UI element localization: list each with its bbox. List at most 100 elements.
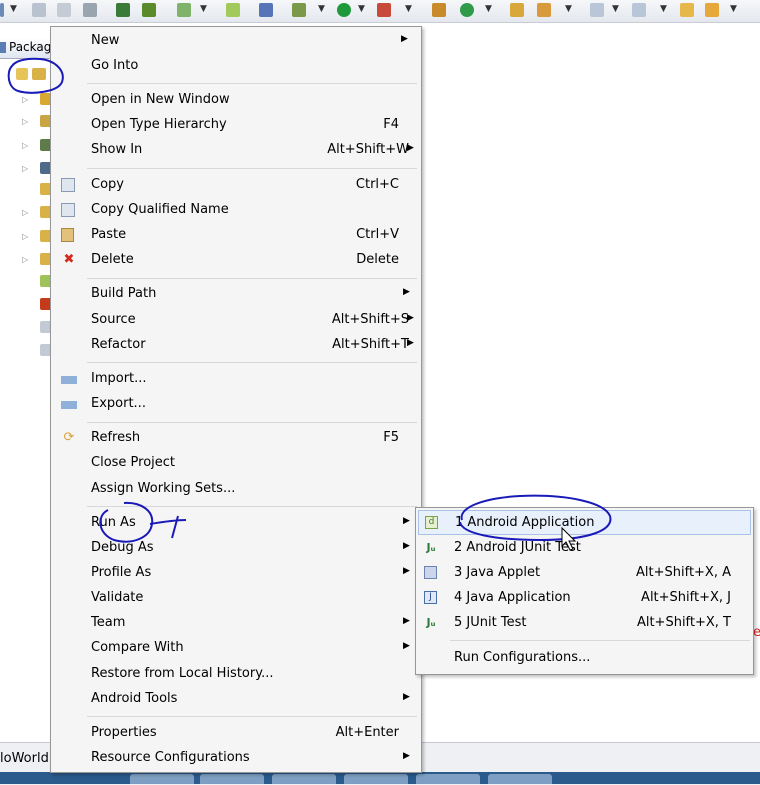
package-explorer-tab[interactable]: Packag	[0, 38, 52, 59]
chevron-down-icon[interactable]: ▼	[10, 4, 17, 14]
editor-area	[422, 30, 760, 510]
taskbar-button[interactable]	[488, 774, 552, 784]
expand-icon[interactable]: ▷	[22, 141, 28, 150]
back-arrow-icon[interactable]	[705, 3, 719, 17]
menu-item-close-project[interactable]: Close Project	[51, 451, 421, 475]
menu-item-debug-as[interactable]: Debug As ▶	[51, 536, 421, 560]
menu-item-refresh[interactable]: ⟳ Refresh F5	[51, 426, 421, 450]
submenu-item-android-application[interactable]: d 1 Android Application	[418, 510, 751, 535]
submenu-arrow-icon: ▶	[403, 566, 410, 576]
menu-item-validate[interactable]: Validate	[51, 586, 421, 610]
next-annotation-icon[interactable]	[590, 3, 604, 17]
print-icon[interactable]	[83, 3, 97, 17]
expand-icon[interactable]: ▷	[22, 232, 28, 241]
new-class-icon[interactable]	[460, 3, 474, 17]
menu-item-label: Export...	[91, 396, 146, 411]
menu-item-profile-as[interactable]: Profile As ▶	[51, 561, 421, 585]
menu-item-label: Source	[91, 312, 136, 327]
sdk-manager-icon[interactable]	[116, 3, 130, 17]
prev-annotation-icon[interactable]	[632, 3, 646, 17]
menu-item-compare-with[interactable]: Compare With ▶	[51, 636, 421, 660]
menu-item-paste[interactable]: Paste Ctrl+V	[51, 223, 421, 247]
taskbar-button[interactable]	[416, 774, 480, 784]
menu-item-assign-working-sets[interactable]: Assign Working Sets...	[51, 477, 421, 501]
expand-icon[interactable]: ▷	[22, 208, 28, 217]
menu-item-go-into[interactable]: Go Into	[51, 54, 421, 78]
chevron-down-icon[interactable]: ▼	[200, 4, 207, 14]
android-icon[interactable]	[226, 3, 240, 17]
submenu-item-android-junit-test[interactable]: Jᵤ 2 Android JUnit Test	[416, 536, 753, 560]
dropdown-icon[interactable]	[0, 3, 4, 17]
submenu-item-run-configurations[interactable]: Run Configurations...	[416, 646, 753, 670]
menu-separator	[87, 83, 417, 84]
menu-shortcut: Alt+Shift+W	[327, 142, 409, 157]
paste-icon	[61, 228, 74, 242]
os-taskbar	[0, 772, 760, 784]
external-tools-icon[interactable]	[377, 3, 391, 17]
submenu-arrow-icon: ▶	[403, 287, 410, 297]
expand-icon[interactable]: ▷	[22, 117, 28, 126]
expand-icon[interactable]: ▷	[22, 95, 28, 104]
avd-manager-icon[interactable]	[142, 3, 156, 17]
menu-item-label: Copy Qualified Name	[91, 202, 229, 217]
menu-item-import[interactable]: Import...	[51, 367, 421, 391]
menu-item-source[interactable]: Source Alt+Shift+S ▶	[51, 308, 421, 332]
taskbar-button[interactable]	[200, 774, 264, 784]
taskbar-button[interactable]	[130, 774, 194, 784]
android-app-icon: d	[425, 516, 438, 529]
menu-item-show-in[interactable]: Show In Alt+Shift+W ▶	[51, 138, 421, 162]
menu-item-export[interactable]: Export...	[51, 392, 421, 416]
submenu-arrow-icon: ▶	[407, 143, 414, 153]
submenu-item-label: Run Configurations...	[454, 650, 591, 665]
menu-item-run-as[interactable]: Run As ▶	[51, 511, 421, 535]
save-icon[interactable]	[32, 3, 46, 17]
pin-icon[interactable]	[259, 3, 273, 17]
checkbox-icon[interactable]	[177, 3, 191, 17]
menu-item-label: Debug As	[91, 540, 154, 555]
chevron-down-icon[interactable]: ▼	[565, 4, 572, 14]
menu-item-copy[interactable]: Copy Ctrl+C	[51, 173, 421, 197]
search-icon[interactable]	[537, 3, 551, 17]
menu-item-open-in-new-window[interactable]: Open in New Window	[51, 88, 421, 112]
menu-shortcut: F4	[383, 117, 399, 132]
menu-item-restore-from-local-history[interactable]: Restore from Local History...	[51, 662, 421, 686]
menu-item-copy-qualified-name[interactable]: Copy Qualified Name	[51, 198, 421, 222]
save-all-icon[interactable]	[57, 3, 71, 17]
new-package-icon[interactable]	[432, 3, 446, 17]
expand-icon[interactable]: ▷	[22, 255, 28, 264]
menu-item-properties[interactable]: Properties Alt+Enter	[51, 721, 421, 745]
submenu-item-java-applet[interactable]: 3 Java Applet Alt+Shift+X, A	[416, 561, 753, 585]
taskbar-button[interactable]	[272, 774, 336, 784]
menu-item-delete[interactable]: ✖ Delete Delete	[51, 248, 421, 272]
chevron-down-icon[interactable]: ▼	[730, 4, 737, 14]
menu-item-refactor[interactable]: Refactor Alt+Shift+T ▶	[51, 333, 421, 357]
menu-item-open-type-hierarchy[interactable]: Open Type Hierarchy F4	[51, 113, 421, 137]
expand-icon[interactable]: ▷	[22, 164, 28, 173]
menu-item-new[interactable]: New ▶	[51, 29, 421, 53]
run-icon[interactable]	[337, 3, 351, 17]
open-type-icon[interactable]	[510, 3, 524, 17]
chevron-down-icon[interactable]: ▼	[485, 4, 492, 14]
back-icon[interactable]	[680, 3, 694, 17]
context-menu: New ▶ Go Into Open in New Window Open Typ…	[50, 26, 422, 773]
menu-item-resource-configurations[interactable]: Resource Configurations ▶	[51, 746, 421, 770]
taskbar-button[interactable]	[344, 774, 408, 784]
submenu-item-junit-test[interactable]: Jᵤ 5 JUnit Test Alt+Shift+X, T	[416, 611, 753, 635]
chevron-down-icon[interactable]: ▼	[405, 4, 412, 14]
menu-separator	[87, 506, 417, 507]
menu-shortcut: Delete	[356, 252, 399, 267]
package-explorer-icon	[0, 42, 6, 53]
debug-icon[interactable]	[292, 3, 306, 17]
submenu-item-java-application[interactable]: J 4 Java Application Alt+Shift+X, J	[416, 586, 753, 610]
chevron-down-icon[interactable]: ▼	[318, 4, 325, 14]
menu-item-build-path[interactable]: Build Path ▶	[51, 282, 421, 306]
chevron-down-icon[interactable]: ▼	[358, 4, 365, 14]
menu-item-android-tools[interactable]: Android Tools ▶	[51, 687, 421, 711]
chevron-down-icon[interactable]: ▼	[660, 4, 667, 14]
main-toolbar: ▼ ▼ ▼ ▼ ▼ ▼ ▼ ▼ ▼ ▼	[0, 0, 760, 23]
chevron-down-icon[interactable]: ▼	[612, 4, 619, 14]
menu-item-label: Refresh	[91, 430, 141, 445]
menu-item-team[interactable]: Team ▶	[51, 611, 421, 635]
submenu-arrow-icon: ▶	[403, 541, 410, 551]
junit-test-icon: Jᵤ	[426, 616, 436, 629]
